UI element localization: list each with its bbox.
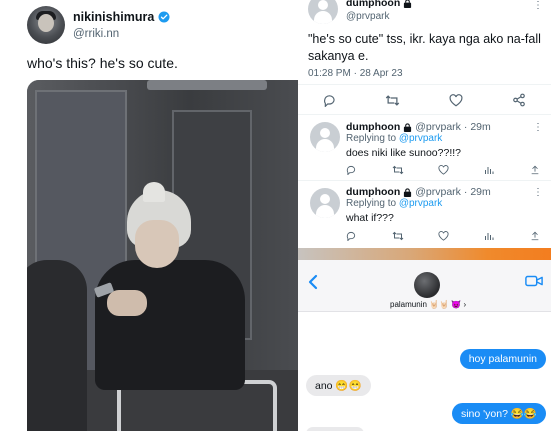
tweet-photo[interactable] (27, 80, 298, 431)
reply-author-name[interactable]: dumphoon @prvpark · 29m (346, 121, 491, 133)
lock-icon (404, 187, 412, 197)
message-bubble-received[interactable]: ano 😁😁 (306, 375, 371, 396)
main-tweet-timestamp: 01:28 PM · 28 Apr 23 (308, 68, 403, 79)
reply-time: · 29m (463, 186, 491, 198)
replying-to: Replying to @prvpark (346, 133, 442, 144)
more-icon[interactable]: ⋮ (533, 122, 543, 133)
like-icon[interactable] (438, 231, 484, 241)
tweet-author-name[interactable]: nikinishimura (73, 10, 170, 24)
reply-time: · 29m (463, 121, 491, 133)
author-name-text: nikinishimura (73, 10, 155, 24)
imessage-header: palamunin 🤘🏻🤘🏻 😈 › (298, 260, 551, 312)
replying-to-link[interactable]: @prvpark (399, 198, 443, 209)
tweet-text: who's this? he's so cute. (27, 55, 178, 71)
share-icon[interactable] (510, 93, 528, 107)
back-chevron-icon[interactable] (307, 274, 319, 290)
reply-text: does niki like sunoo??!!? (346, 147, 461, 159)
thread-panel: dumphoon @prvpark ⋮ "he's so cute" tss, … (298, 0, 551, 248)
retweet-icon[interactable] (392, 165, 438, 175)
like-icon[interactable] (447, 93, 465, 107)
views-icon[interactable] (484, 231, 530, 241)
lock-icon (404, 122, 412, 132)
retweet-icon[interactable] (384, 93, 402, 107)
photo-person-hands (107, 290, 147, 316)
imessage-panel: palamunin 🤘🏻🤘🏻 😈 › hoy palamunin ano 😁😁 … (298, 260, 551, 431)
reply-author-handle[interactable]: @prvpark (415, 121, 461, 133)
share-icon[interactable] (530, 165, 550, 175)
photo-ceiling-light (147, 80, 267, 90)
avatar[interactable] (310, 188, 340, 218)
decorative-strip (298, 248, 551, 260)
avatar[interactable] (308, 0, 338, 24)
retweet-icon[interactable] (392, 231, 438, 241)
like-icon[interactable] (438, 165, 484, 175)
replying-to-link[interactable]: @prvpark (399, 133, 443, 144)
reply-author-name-text: dumphoon (346, 186, 401, 198)
photo-person-face (135, 220, 179, 268)
replying-to: Replying to @prvpark (346, 198, 442, 209)
more-icon[interactable]: ⋮ (533, 187, 543, 198)
share-icon[interactable] (530, 231, 550, 241)
avatar[interactable] (27, 6, 65, 44)
views-icon[interactable] (484, 165, 530, 175)
main-author-name[interactable]: dumphoon (346, 0, 412, 9)
contact-name[interactable]: palamunin 🤘🏻🤘🏻 😈 › (390, 300, 466, 309)
avatar[interactable] (310, 122, 340, 152)
tweet-author-handle[interactable]: @rriki.nn (73, 28, 119, 40)
reply-text: what if??? (346, 212, 394, 224)
main-author-name-text: dumphoon (346, 0, 401, 9)
reply-icon[interactable] (321, 93, 339, 107)
lock-icon (404, 0, 412, 8)
photo-person-body (95, 260, 245, 390)
reply-actions (346, 165, 550, 175)
reply-icon[interactable] (346, 165, 392, 175)
contact-avatar[interactable] (414, 272, 440, 298)
divider (298, 114, 551, 115)
reply-author-name-text: dumphoon (346, 121, 401, 133)
reply-author-handle[interactable]: @prvpark (415, 186, 461, 198)
divider (298, 180, 551, 181)
main-tweet-actions (298, 93, 551, 107)
reply-actions (346, 231, 550, 241)
photo-background-person (27, 260, 87, 431)
message-bubble-received[interactable] (306, 427, 364, 431)
reply-icon[interactable] (346, 231, 392, 241)
tweet-panel: nikinishimura @rriki.nn who's this? he's… (0, 0, 298, 431)
replying-to-prefix: Replying to (346, 133, 399, 144)
main-tweet-text: "he's so cute" tss, ikr. kaya nga ako na… (308, 32, 541, 63)
main-author-handle[interactable]: @prvpark (346, 11, 390, 22)
message-bubble-sent[interactable]: sino 'yon? 😂😂 (451, 403, 546, 424)
verified-badge-icon (158, 11, 170, 23)
video-call-icon[interactable] (525, 274, 543, 288)
divider (298, 84, 551, 85)
replying-to-prefix: Replying to (346, 198, 399, 209)
reply-author-name[interactable]: dumphoon @prvpark · 29m (346, 186, 491, 198)
avatar-face (38, 14, 54, 32)
photo-person-hair-tuft (143, 182, 165, 202)
more-icon[interactable]: ⋮ (533, 0, 543, 11)
message-bubble-sent[interactable]: hoy palamunin (459, 349, 546, 369)
